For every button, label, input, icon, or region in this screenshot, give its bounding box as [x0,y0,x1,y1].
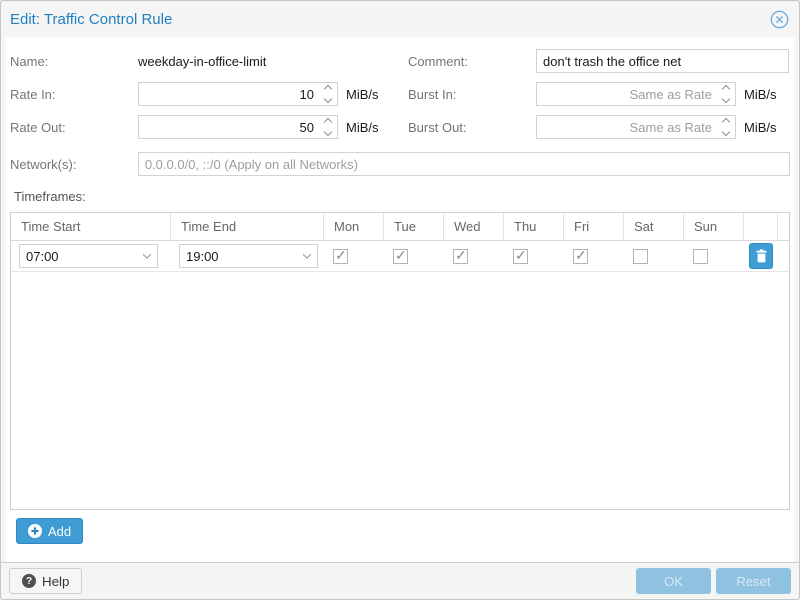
checkbox-tue[interactable] [393,249,408,264]
column-header-time-end[interactable]: Time End [171,213,324,240]
spinner-down-icon[interactable] [324,95,332,103]
help-button[interactable]: ? Help [9,568,82,594]
ok-button[interactable]: OK [636,568,711,594]
help-button-label: Help [42,574,69,589]
name-value: weekday-in-office-limit [138,54,266,69]
checkbox-wed[interactable] [453,249,468,264]
timeframes-grid-header: Time Start Time End Mon Tue Wed Thu Fri … [11,213,789,241]
rate-out-spinner[interactable] [319,116,337,138]
burst-out-unit: MiB/s [744,120,777,135]
burst-out-input[interactable] [537,116,717,138]
spinner-down-icon[interactable] [324,128,332,136]
burst-in-unit: MiB/s [744,87,777,102]
column-header-actions [744,213,778,240]
rate-in-unit: MiB/s [346,87,379,102]
dropdown-chevron-icon[interactable] [297,253,317,259]
column-header-filler [778,213,789,240]
spinner-up-icon[interactable] [722,85,730,93]
rate-out-unit: MiB/s [346,120,379,135]
spinner-down-icon[interactable] [722,128,730,136]
checkbox-thu[interactable] [513,249,528,264]
question-circle-icon: ? [22,574,36,588]
rate-out-input[interactable] [139,116,319,138]
column-header-fri[interactable]: Fri [564,213,624,240]
trash-icon [755,249,768,263]
checkbox-sat[interactable] [633,249,648,264]
column-header-thu[interactable]: Thu [504,213,564,240]
add-button[interactable]: Add [16,518,83,544]
spinner-up-icon[interactable] [324,118,332,126]
burst-in-label: Burst In: [408,87,536,102]
column-header-sat[interactable]: Sat [624,213,684,240]
time-end-combo[interactable]: 19:00 [179,244,318,268]
rate-in-input[interactable] [139,83,319,105]
networks-input[interactable] [138,152,790,176]
dialog-title: Edit: Traffic Control Rule [10,11,172,28]
burst-in-input[interactable] [537,83,717,105]
column-header-time-start[interactable]: Time Start [11,213,171,240]
column-header-mon[interactable]: Mon [324,213,384,240]
checkbox-mon[interactable] [333,249,348,264]
delete-row-button[interactable] [749,243,773,269]
spinner-down-icon[interactable] [722,95,730,103]
timeframes-grid: Time Start Time End Mon Tue Wed Thu Fri … [10,212,790,510]
close-icon [770,10,789,29]
time-start-combo[interactable]: 07:00 [19,244,158,268]
plus-circle-icon [28,524,42,538]
spinner-up-icon[interactable] [324,85,332,93]
comment-label: Comment: [408,54,536,69]
column-header-tue[interactable]: Tue [384,213,444,240]
timeframe-row[interactable]: 07:00 19:00 [11,241,789,272]
burst-out-field[interactable] [536,115,736,139]
rate-in-spinner[interactable] [319,83,337,105]
dialog-body: Name: weekday-in-office-limit Comment: R… [6,37,794,562]
rate-in-field[interactable] [138,82,338,106]
dropdown-chevron-icon[interactable] [137,253,157,259]
burst-out-spinner[interactable] [717,116,735,138]
time-start-value: 07:00 [20,249,137,264]
checkbox-sun[interactable] [693,249,708,264]
rate-in-label: Rate In: [10,87,138,102]
checkbox-fri[interactable] [573,249,588,264]
comment-input[interactable] [536,49,789,73]
column-header-sun[interactable]: Sun [684,213,744,240]
close-button[interactable] [769,9,789,29]
rate-out-field[interactable] [138,115,338,139]
column-header-wed[interactable]: Wed [444,213,504,240]
networks-label: Network(s): [10,157,138,172]
burst-in-spinner[interactable] [717,83,735,105]
burst-in-field[interactable] [536,82,736,106]
burst-out-label: Burst Out: [408,120,536,135]
spinner-up-icon[interactable] [722,118,730,126]
rate-out-label: Rate Out: [10,120,138,135]
dialog-footer: ? Help OK Reset [1,562,799,599]
name-label: Name: [10,54,138,69]
time-end-value: 19:00 [180,249,297,264]
edit-traffic-control-rule-dialog: Edit: Traffic Control Rule Name: weekday… [0,0,800,600]
timeframes-label: Timeframes: [14,189,790,204]
dialog-titlebar: Edit: Traffic Control Rule [1,1,799,37]
reset-button[interactable]: Reset [716,568,791,594]
add-button-label: Add [48,524,71,539]
